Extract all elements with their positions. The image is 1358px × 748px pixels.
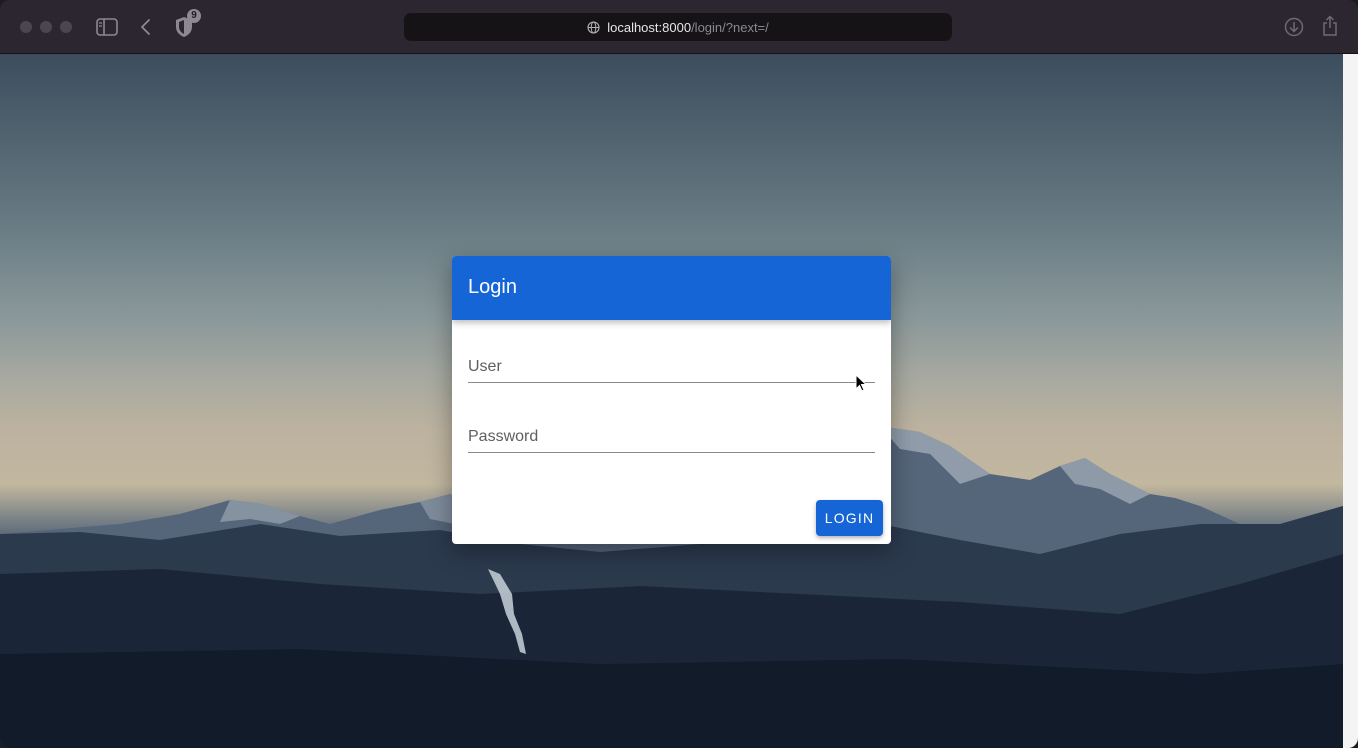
globe-icon — [587, 20, 600, 34]
page-background: Login User Password LOGIN — [0, 54, 1343, 748]
password-input[interactable] — [468, 422, 879, 454]
page-scrollbar[interactable] — [1343, 54, 1358, 748]
zoom-window-button[interactable] — [60, 21, 72, 33]
user-input[interactable] — [468, 352, 879, 384]
login-card-header: Login — [452, 256, 891, 320]
login-card: Login User Password LOGIN — [452, 256, 891, 544]
url-path: /login/?next=/ — [691, 19, 769, 35]
sidebar-icon[interactable] — [96, 17, 118, 37]
mouse-cursor-icon — [855, 374, 867, 392]
address-bar[interactable]: localhost:8000/login/?next=/ — [404, 13, 952, 41]
close-window-button[interactable] — [20, 21, 32, 33]
password-field[interactable]: Password — [468, 422, 879, 454]
chevron-left-icon[interactable] — [138, 16, 154, 38]
minimize-window-button[interactable] — [40, 21, 52, 33]
login-title: Login — [468, 276, 517, 298]
url-host: localhost:8000 — [607, 19, 692, 35]
login-button[interactable]: LOGIN — [816, 500, 883, 536]
browser-toolbar: 9 localhost:8000/login/?next=/ — [0, 0, 1358, 54]
tracker-count-badge: 9 — [187, 9, 201, 23]
share-icon[interactable] — [1322, 14, 1338, 38]
user-field[interactable]: User — [468, 352, 879, 384]
browser-window: 9 localhost:8000/login/?next=/ Login Use… — [0, 0, 1358, 748]
download-icon[interactable] — [1284, 17, 1304, 37]
